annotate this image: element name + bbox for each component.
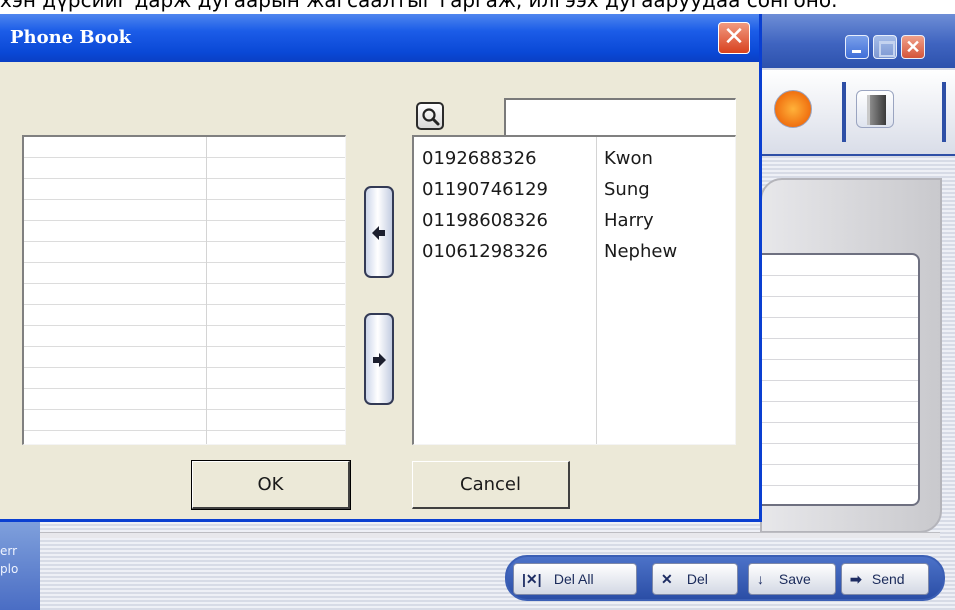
move-right-button[interactable] — [364, 313, 394, 405]
del-all-label: Del All — [553, 571, 594, 587]
x-icon: ✕ — [661, 571, 673, 587]
del-button[interactable]: ✕ Del — [652, 563, 738, 595]
move-left-button[interactable] — [364, 186, 394, 278]
search-button[interactable] — [416, 102, 444, 130]
ok-button[interactable]: OK — [191, 460, 351, 510]
arrow-right-icon: ➡ — [850, 571, 862, 587]
save-button[interactable]: ↓ Save — [748, 563, 836, 595]
contact-row[interactable]: 01190746129 Sung — [414, 174, 735, 205]
contact-name: Kwon — [604, 148, 653, 169]
minimize-button[interactable] — [845, 35, 869, 59]
del-all-icon: |✕| — [522, 571, 542, 587]
contact-number: 01061298326 — [422, 241, 548, 262]
save-label: Save — [778, 571, 811, 587]
contact-number: 01198608326 — [422, 210, 548, 231]
contact-row[interactable]: 01198608326 Harry — [414, 205, 735, 236]
search-icon — [422, 108, 440, 126]
contact-rows: 0192688326 Kwon 01190746129 Sung 01198608326… — [414, 143, 735, 267]
cancel-button[interactable]: Cancel — [412, 461, 570, 509]
contact-row[interactable]: 0192688326 Kwon — [414, 143, 735, 174]
dialog-close-button[interactable]: ✕ — [718, 22, 750, 54]
contact-number: 01190746129 — [422, 179, 548, 200]
contact-name: Harry — [604, 210, 654, 231]
send-button[interactable]: ➡ Send — [841, 563, 929, 595]
background-message-list[interactable] — [760, 253, 920, 506]
download-arrow-icon: ↓ — [757, 571, 764, 587]
arrow-left-icon — [372, 226, 385, 240]
sun-icon[interactable] — [774, 90, 812, 128]
phone-book-dialog: Phone Book ✕ 0192688326 Kwon 01190746129 Su… — [0, 14, 762, 522]
background-left-bar: err plo — [0, 522, 40, 610]
door-exit-icon[interactable] — [856, 90, 894, 128]
dialog-title: Phone Book — [10, 27, 132, 48]
maximize-button[interactable] — [873, 35, 897, 59]
action-bar: |✕| Del All ✕ Del ↓ Save ➡ Send — [505, 555, 945, 601]
contact-number: 0192688326 — [422, 148, 537, 169]
dialog-titlebar[interactable]: Phone Book ✕ — [0, 14, 759, 62]
left-bar-text: err — [0, 544, 18, 558]
toolbar-separator — [942, 82, 946, 142]
column-divider — [206, 137, 207, 444]
top-caption-text: хэн дүрсийг дарж дугаарын жагсаалтыг гар… — [0, 0, 838, 12]
contact-name: Nephew — [604, 241, 678, 262]
del-all-button[interactable]: |✕| Del All — [513, 563, 637, 595]
background-close-button[interactable]: ✕ — [901, 35, 925, 59]
arrow-right-icon — [373, 353, 386, 367]
phone-book-list[interactable]: 0192688326 Kwon 01190746129 Sung 01198608326… — [412, 135, 736, 445]
selected-numbers-list[interactable] — [22, 135, 346, 445]
background-toolbar — [760, 70, 955, 156]
del-label: Del — [686, 571, 708, 587]
contact-row[interactable]: 01061298326 Nephew — [414, 236, 735, 267]
contact-name: Sung — [604, 179, 650, 200]
send-label: Send — [871, 571, 905, 587]
toolbar-separator — [842, 82, 846, 142]
list-gridlines — [24, 137, 345, 444]
search-input[interactable] — [504, 98, 736, 138]
background-divider — [40, 532, 940, 538]
left-bar-text: plo — [0, 562, 19, 576]
top-caption: хэн дүрсийг дарж дугаарын жагсаалтыг гар… — [0, 0, 955, 14]
